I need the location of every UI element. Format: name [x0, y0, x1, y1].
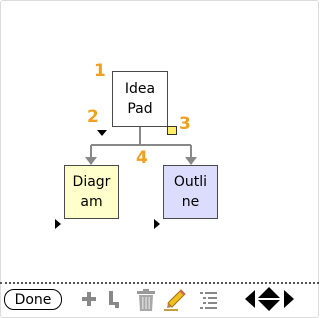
- diagram-arrowhead: [85, 157, 97, 165]
- add-icon[interactable]: [80, 288, 98, 310]
- trash-icon[interactable]: [135, 288, 157, 312]
- diagram-node-text: Diagr am: [73, 172, 111, 212]
- root-node-text: Idea Pad: [125, 79, 155, 119]
- callout-3: 3: [179, 114, 191, 134]
- diagram-line-1: Diagr: [72, 174, 111, 190]
- outline-line-1: Outli: [173, 174, 208, 190]
- outline-expand-triangle-icon[interactable]: [154, 219, 160, 229]
- navigate-left-icon[interactable]: [244, 288, 256, 310]
- toolbar-divider: [0, 282, 319, 284]
- callout-4: 4: [136, 148, 148, 168]
- callout-2: 2: [87, 107, 99, 127]
- outline-arrowhead: [185, 157, 197, 165]
- callout-1: 1: [94, 61, 106, 81]
- idea-pad-root-node[interactable]: Idea Pad: [112, 71, 168, 127]
- note-icon[interactable]: [167, 126, 177, 135]
- navigate-up-down-icon[interactable]: [257, 286, 281, 312]
- root-line-1: Idea: [124, 81, 156, 97]
- diagram-line-2: am: [80, 194, 103, 210]
- diagram-node[interactable]: Diagr am: [64, 165, 119, 219]
- outline-node-text: Outli ne: [174, 172, 207, 212]
- mindmap-canvas[interactable]: Idea Pad Diagr am Outli ne 1 2 3 4: [0, 0, 319, 282]
- outline-view-icon[interactable]: [196, 288, 220, 312]
- outline-line-2: ne: [181, 194, 200, 210]
- done-button[interactable]: Done: [4, 289, 62, 310]
- navigate-right-icon[interactable]: [283, 288, 295, 310]
- pencil-icon[interactable]: [163, 288, 187, 312]
- add-child-icon[interactable]: [106, 288, 124, 310]
- root-line-2: Pad: [127, 101, 153, 117]
- connector-lines: [85, 127, 197, 165]
- bottom-toolbar: Done: [0, 282, 319, 318]
- collapse-triangle-icon[interactable]: [97, 130, 107, 136]
- diagram-expand-triangle-icon[interactable]: [55, 219, 61, 229]
- outline-node[interactable]: Outli ne: [163, 165, 218, 219]
